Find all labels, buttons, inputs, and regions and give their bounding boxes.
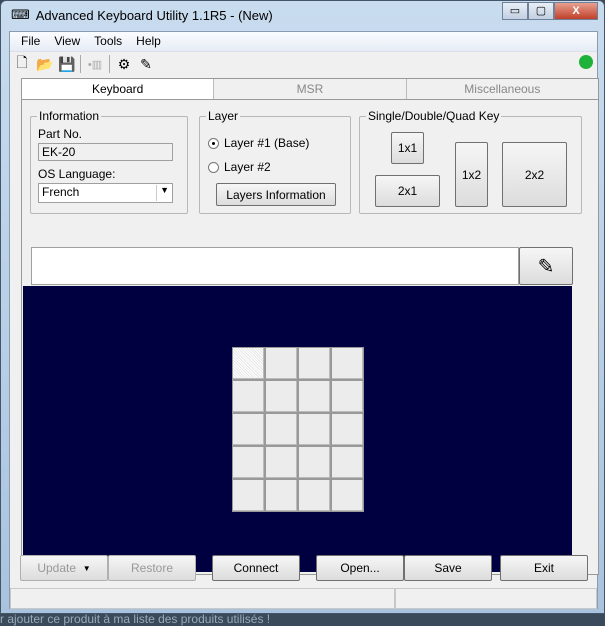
key-2x1-button[interactable]: 2x1	[375, 175, 440, 207]
keyboard-app-icon: ⌨	[11, 7, 30, 22]
settings-icon[interactable]: ⚙	[116, 56, 132, 73]
keyboard-edit-button[interactable]: ✎	[519, 247, 573, 285]
menu-tools[interactable]: Tools	[87, 32, 129, 51]
keyboard-panel: Information Part No. EK-20 OS Language: …	[21, 100, 599, 575]
status-bar	[10, 588, 597, 609]
menu-file[interactable]: File	[14, 32, 47, 51]
key-cell[interactable]	[331, 413, 364, 446]
maximize-button[interactable]: ▢	[528, 2, 554, 20]
send-to-device-icon[interactable]: •▥	[87, 58, 103, 71]
information-group: Information Part No. EK-20 OS Language: …	[30, 109, 188, 214]
menu-bar: File View Tools Help	[10, 32, 597, 52]
close-button[interactable]: X	[554, 2, 598, 20]
key-text-input[interactable]	[31, 247, 519, 285]
key-cell[interactable]	[232, 413, 265, 446]
tab-msr[interactable]: MSR	[214, 79, 407, 99]
layer-1-radio[interactable]: Layer #1 (Base)	[208, 136, 309, 150]
os-language-select[interactable]: French ▼	[38, 183, 173, 203]
title-bar: ⌨ Advanced Keyboard Utility 1.1R5 - (New…	[11, 7, 273, 23]
part-no-label: Part No.	[38, 127, 83, 141]
os-language-label: OS Language:	[38, 167, 116, 181]
key-cell[interactable]	[298, 479, 331, 512]
key-1x1-button[interactable]: 1x1	[391, 132, 424, 164]
layers-information-button[interactable]: Layers Information	[216, 183, 336, 206]
layer-2-label: Layer #2	[224, 160, 271, 174]
dropdown-arrow-icon[interactable]: ▼	[83, 564, 91, 573]
key-cell[interactable]	[232, 479, 265, 512]
save-button[interactable]: Save	[404, 555, 492, 581]
key-size-legend: Single/Double/Quad Key	[366, 109, 502, 123]
chevron-down-icon[interactable]: ▼	[156, 185, 169, 201]
key-cell[interactable]	[265, 446, 298, 479]
key-cell[interactable]	[298, 446, 331, 479]
information-legend: Information	[37, 109, 102, 123]
key-cell[interactable]	[331, 380, 364, 413]
key-cell[interactable]	[232, 380, 265, 413]
connection-status-indicator	[579, 55, 593, 69]
key-cell[interactable]	[232, 446, 265, 479]
key-1x2-button[interactable]: 1x2	[455, 142, 488, 207]
status-pane-right	[395, 588, 597, 609]
key-cell[interactable]	[265, 479, 298, 512]
exit-button[interactable]: Exit	[500, 555, 588, 581]
restore-button[interactable]: Restore	[108, 555, 196, 581]
save-disk-icon[interactable]: 💾	[58, 56, 75, 73]
tab-bar: Keyboard MSR Miscellaneous	[21, 78, 599, 100]
background-page-text: r ajouter ce produit à ma liste des prod…	[0, 612, 271, 626]
update-button[interactable]: Update ▼	[20, 555, 108, 581]
app-window: ⌨ Advanced Keyboard Utility 1.1R5 - (New…	[0, 0, 605, 614]
open-button[interactable]: Open...	[316, 555, 404, 581]
open-folder-icon[interactable]: 📂	[36, 56, 53, 73]
key-cell[interactable]	[331, 446, 364, 479]
key-cell[interactable]	[265, 413, 298, 446]
part-no-field[interactable]: EK-20	[38, 143, 173, 161]
window-title: Advanced Keyboard Utility 1.1R5 - (New)	[35, 7, 273, 23]
key-cell[interactable]	[331, 347, 364, 380]
menu-view[interactable]: View	[47, 32, 87, 51]
connect-button[interactable]: Connect	[212, 555, 300, 581]
key-cell[interactable]	[298, 413, 331, 446]
key-cell[interactable]	[298, 347, 331, 380]
key-size-group: Single/Double/Quad Key 1x1 2x1 1x2 2x2	[359, 109, 582, 214]
toolbar: 🗋 📂 💾 •▥ ⚙ ✎	[14, 53, 154, 75]
layer-1-label: Layer #1 (Base)	[224, 136, 310, 150]
key-cell[interactable]	[265, 347, 298, 380]
layer-2-radio[interactable]: Layer #2	[208, 160, 271, 174]
layer-legend: Layer	[206, 109, 241, 123]
os-language-value: French	[42, 185, 80, 199]
layer-group: Layer Layer #1 (Base) Layer #2 Layers In…	[199, 109, 351, 214]
key-cell[interactable]	[331, 479, 364, 512]
tab-miscellaneous[interactable]: Miscellaneous	[406, 79, 598, 99]
tab-keyboard[interactable]: Keyboard	[22, 79, 215, 99]
keyboard-icon: ✎	[537, 255, 555, 278]
status-pane-left	[10, 588, 395, 609]
keyboard-icon[interactable]: ✎	[138, 56, 154, 73]
key-grid	[232, 347, 364, 512]
minimize-button[interactable]: ▭	[502, 2, 528, 20]
key-2x2-button[interactable]: 2x2	[502, 142, 567, 207]
update-label: Update	[37, 561, 77, 575]
new-file-icon[interactable]: 🗋	[14, 52, 30, 76]
key-cell[interactable]	[298, 380, 331, 413]
key-cell[interactable]	[265, 380, 298, 413]
key-cell[interactable]	[232, 347, 265, 380]
menu-help[interactable]: Help	[129, 32, 168, 51]
keyboard-layout-canvas	[23, 286, 572, 572]
